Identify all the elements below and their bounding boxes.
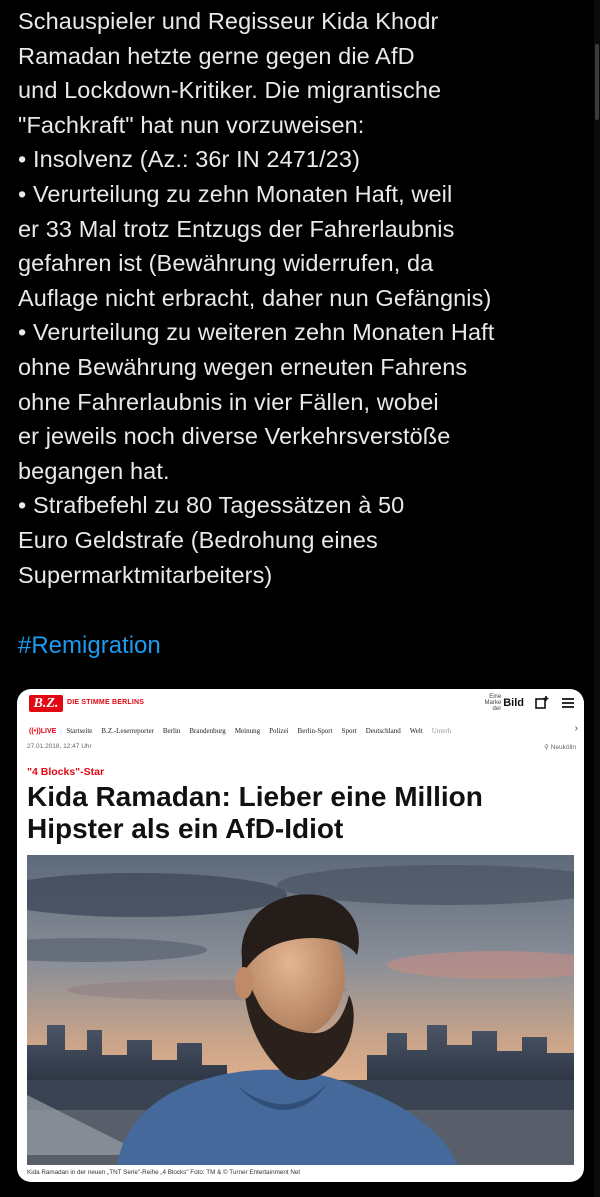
tweet-line: • Verurteilung zu zehn Monaten Haft, wei…	[18, 180, 453, 207]
article-date: 27.01.2018, 12:47 Uhr	[27, 743, 92, 750]
nav-item[interactable]: Berlin-Sport	[298, 727, 333, 735]
nav-item[interactable]: Berlin	[163, 727, 181, 735]
article-location[interactable]: ⚲ Neukölln	[544, 743, 576, 751]
headline-line: Kida Ramadan: Lieber eine Million	[27, 781, 483, 812]
tweet-line: Ramadan hetzte gerne gegen die AfD	[18, 42, 415, 69]
nav-item[interactable]: Unterh	[432, 727, 451, 735]
bild-logo: Bild	[503, 697, 524, 709]
tweet-line: • Insolvenz (Az.: 36r IN 2471/23)	[18, 146, 360, 173]
nav-item[interactable]: Brandenburg	[189, 727, 225, 735]
tweet-line: ohne Fahrerlaubnis in vier Fällen, wobei	[18, 388, 439, 415]
nav-item[interactable]: Meinung	[235, 727, 260, 735]
nav-item[interactable]: Polizei	[269, 727, 288, 735]
tweet-text: Schauspieler und Regisseur Kida Khodr Ra…	[18, 4, 578, 592]
bz-header: B.Z. DIE STIMME BERLINS Eine Marke der B…	[17, 689, 584, 717]
tweet-line: ohne Bewährung wegen erneuten Fahrens	[18, 353, 468, 380]
tweet-line: er jeweils noch diverse Verkehrsverstöße	[18, 423, 451, 450]
photo-caption: Kida Ramadan in der neuen „TNT Serie"-Re…	[27, 1169, 301, 1176]
tweet-line: "Fachkraft" hat nun vorzuweisen:	[18, 111, 365, 138]
article-photo[interactable]	[27, 855, 574, 1165]
bz-tagline: DIE STIMME BERLINS	[67, 699, 145, 706]
nav-item[interactable]: B.Z.-Leserreporter	[101, 727, 153, 735]
bild-badge-text: Eine Marke der	[484, 694, 502, 712]
bookmark-plus-icon[interactable]	[534, 695, 550, 711]
tweet-line: Schauspieler und Regisseur Kida Khodr	[18, 8, 439, 34]
bz-logo[interactable]: B.Z.	[29, 695, 63, 712]
tweet-line: • Strafbefehl zu 80 Tagessätzen à 50	[18, 492, 405, 519]
article-card[interactable]: B.Z. DIE STIMME BERLINS Eine Marke der B…	[17, 689, 584, 1182]
tweet-line: Auflage nicht erbracht, daher nun Gefäng…	[18, 284, 492, 311]
tweet-line: und Lockdown-Kritiker. Die migrantische	[18, 77, 442, 104]
location-pin-icon: ⚲	[544, 744, 549, 751]
article-kicker: "4 Blocks"-Star	[27, 766, 105, 778]
bild-brand[interactable]: Eine Marke der Bild	[479, 694, 524, 712]
article-headline[interactable]: Kida Ramadan: Lieber eine Million Hipste…	[27, 781, 567, 845]
chevron-right-icon[interactable]: ›	[575, 723, 578, 734]
tweet-line: Euro Geldstrafe (Bedrohung eines	[18, 526, 378, 553]
nav-item[interactable]: Startseite	[66, 727, 92, 735]
bz-nav: ((•))LIVE Startseite B.Z.-Leserreporter …	[17, 723, 584, 739]
nav-item[interactable]: Sport	[342, 727, 357, 735]
headline-line: Hipster als ein AfD-Idiot	[27, 813, 344, 844]
tweet-line: begangen hat.	[18, 457, 170, 484]
menu-icon[interactable]	[560, 695, 576, 711]
tweet-line: gefahren ist (Bewährung widerrufen, da	[18, 250, 434, 277]
scrollbar[interactable]	[594, 0, 600, 1197]
scrollbar-thumb[interactable]	[595, 44, 599, 120]
tweet-line: • Verurteilung zu weiteren zehn Monaten …	[18, 319, 495, 346]
tweet-line: er 33 Mal trotz Entzugs der Fahrerlaubni…	[18, 215, 455, 242]
live-link[interactable]: ((•))LIVE	[29, 728, 56, 735]
header-actions: Eine Marke der Bild	[479, 693, 576, 713]
nav-item[interactable]: Welt	[410, 727, 423, 735]
hashtag-link[interactable]: #Remigration	[18, 629, 161, 663]
nav-item[interactable]: Deutschland	[366, 727, 401, 735]
tweet-line: Supermarktmitarbeiters)	[18, 561, 273, 588]
meta-row: 27.01.2018, 12:47 Uhr ⚲ Neukölln	[17, 742, 584, 754]
